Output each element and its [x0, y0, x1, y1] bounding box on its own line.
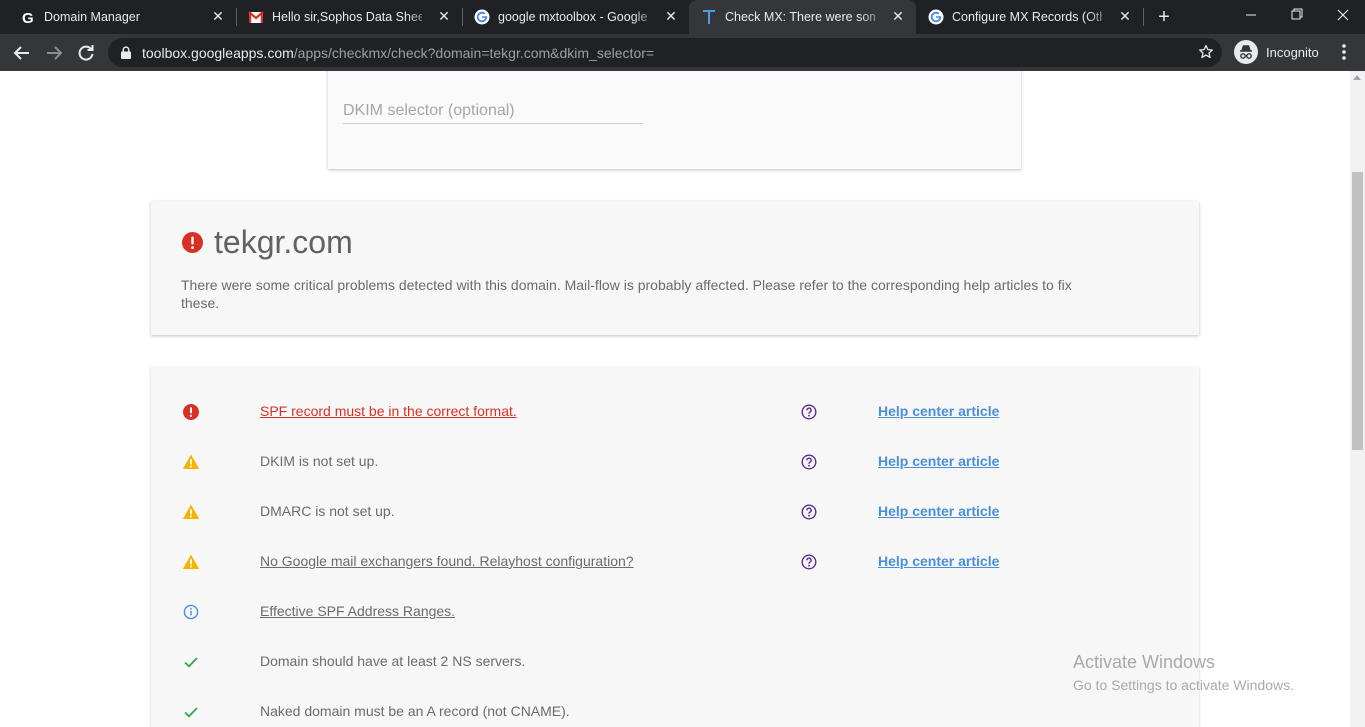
windows-activation-watermark: Activate Windows Go to Settings to activ… [1073, 652, 1294, 693]
tab-strip: G Domain Manager ✕ Hello sir,Sophos Data… [0, 0, 1365, 34]
result-message: Naked domain must be an A record (not CN… [260, 703, 570, 719]
info-icon [183, 604, 199, 620]
gmail-icon [248, 11, 264, 23]
error-icon [182, 232, 203, 253]
incognito-indicator[interactable]: Incognito [1234, 40, 1319, 64]
new-tab-button[interactable]: + [1153, 7, 1175, 27]
address-bar[interactable]: toolbox.googleapps.com/apps/checkmx/chec… [108, 38, 1222, 67]
result-message-link[interactable]: Effective SPF Address Ranges. [260, 603, 455, 619]
summary-card: tekgr.com There were some critical probl… [151, 201, 1199, 335]
tab-fade [406, 0, 436, 34]
arrow-left-icon [13, 46, 29, 60]
watermark-subtitle: Go to Settings to activate Windows. [1073, 677, 1294, 693]
tab-fade [1086, 0, 1116, 34]
tab-title: Hello sir,Sophos Data Sheet. - [272, 10, 422, 24]
incognito-label: Incognito [1266, 44, 1319, 60]
result-message: Domain should have at least 2 NS servers… [260, 653, 526, 669]
tab-gmail[interactable]: Hello sir,Sophos Data Sheet. - ✕ [236, 0, 462, 34]
check-icon [184, 657, 198, 668]
toolbox-t-icon [703, 10, 715, 24]
page-scrollbar[interactable] [1350, 71, 1365, 727]
result-message: DKIM is not set up. [260, 453, 379, 469]
url-host: toolbox.googleapps.com [142, 45, 294, 61]
domain-title: tekgr.com [214, 224, 353, 260]
more-vert-icon [1342, 44, 1346, 60]
scroll-up-arrow-icon[interactable] [1353, 75, 1361, 80]
reload-button[interactable] [72, 39, 100, 67]
result-message: DMARC is not set up. [260, 503, 395, 519]
help-circle-icon[interactable] [801, 504, 817, 520]
tab-configure-mx[interactable]: Configure MX Records (Other ✕ [916, 0, 1143, 34]
result-row: DMARC is not set up. Help center article [151, 499, 1199, 549]
arrow-right-icon [47, 46, 63, 60]
url-path: /apps/checkmx/check?domain=tekgr.com&dki… [293, 45, 655, 61]
results-card: SPF record must be in the correct format… [151, 367, 1199, 727]
tab-title: Check MX: There were some cr [725, 10, 875, 24]
close-icon[interactable]: ✕ [210, 8, 226, 24]
help-circle-icon[interactable] [801, 554, 817, 570]
summary-description: There were some critical problems detect… [181, 277, 1072, 311]
check-form-card [328, 71, 1021, 169]
close-icon[interactable]: ✕ [663, 8, 679, 24]
tab-title: Domain Manager [44, 10, 140, 24]
result-row: Domain should have at least 2 NS servers… [151, 649, 1199, 699]
help-center-link[interactable]: Help center article [878, 553, 999, 569]
google-icon [928, 9, 944, 25]
close-icon[interactable]: ✕ [436, 8, 452, 24]
bookmark-star-icon[interactable] [1198, 44, 1214, 60]
result-message-link[interactable]: SPF record must be in the correct format… [260, 403, 517, 419]
tab-title: Configure MX Records (Other [952, 10, 1102, 24]
warning-icon [182, 554, 200, 569]
tab-domain-manager[interactable]: G Domain Manager ✕ [8, 0, 236, 34]
close-icon[interactable]: ✕ [890, 8, 906, 24]
help-center-link[interactable]: Help center article [878, 403, 999, 419]
help-center-link[interactable]: Help center article [878, 503, 999, 519]
minimize-icon [1246, 14, 1256, 16]
page-viewport: tekgr.com There were some critical probl… [0, 71, 1350, 727]
tab-google-search[interactable]: google mxtoolbox - Google Se ✕ [462, 0, 689, 34]
scrollbar-thumb[interactable] [1352, 172, 1363, 450]
google-icon [474, 9, 490, 25]
result-row: SPF record must be in the correct format… [151, 399, 1199, 449]
back-button[interactable] [8, 39, 36, 67]
browser-menu-button[interactable] [1336, 42, 1352, 62]
svg-text:G: G [22, 10, 34, 25]
godaddy-g-icon: G [22, 10, 34, 25]
tab-title: google mxtoolbox - Google Se [498, 10, 648, 24]
result-row: DKIM is not set up. Help center article [151, 449, 1199, 499]
help-circle-icon[interactable] [801, 404, 817, 420]
close-icon[interactable]: ✕ [1117, 8, 1133, 24]
result-row: No Google mail exchangers found. Relayho… [151, 549, 1199, 599]
error-icon [183, 404, 199, 420]
close-icon [1337, 9, 1349, 21]
url-text: toolbox.googleapps.com/apps/checkmx/chec… [142, 45, 654, 61]
incognito-icon [1234, 40, 1258, 64]
result-row: Naked domain must be an A record (not CN… [151, 699, 1199, 727]
result-message-link[interactable]: No Google mail exchangers found. Relayho… [260, 553, 634, 569]
minimize-button[interactable] [1228, 0, 1274, 30]
forward-button[interactable] [40, 39, 68, 67]
restore-button[interactable] [1274, 0, 1320, 30]
help-center-link[interactable]: Help center article [878, 453, 999, 469]
watermark-title: Activate Windows [1073, 652, 1216, 672]
warning-icon [182, 504, 200, 519]
browser-toolbar: toolbox.googleapps.com/apps/checkmx/chec… [0, 34, 1365, 71]
lock-icon [121, 46, 131, 59]
result-row: Effective SPF Address Ranges. [151, 599, 1199, 649]
check-icon [184, 707, 198, 718]
tab-fade [632, 0, 662, 34]
help-circle-icon[interactable] [801, 454, 817, 470]
close-window-button[interactable] [1320, 0, 1365, 30]
dkim-selector-input[interactable] [343, 99, 643, 124]
restore-icon [1291, 8, 1303, 20]
tab-separator [1143, 8, 1144, 26]
tab-check-mx[interactable]: Check MX: There were some cr ✕ [689, 0, 916, 34]
reload-icon [78, 45, 94, 61]
warning-icon [182, 454, 200, 469]
tab-fade [859, 0, 889, 34]
